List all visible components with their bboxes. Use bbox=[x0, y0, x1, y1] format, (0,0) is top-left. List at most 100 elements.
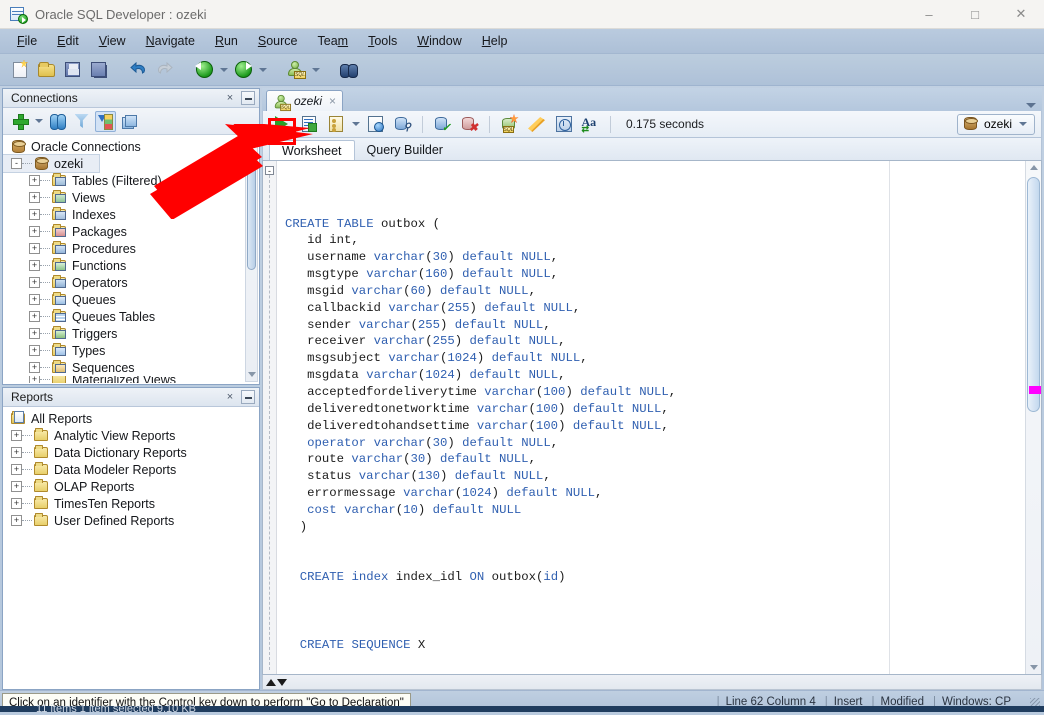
expand-toggle[interactable]: + bbox=[11, 464, 22, 475]
expand-toggle[interactable]: + bbox=[29, 294, 40, 305]
scroll-up-icon[interactable] bbox=[246, 138, 257, 151]
tree-node-data-dictionary-reports[interactable]: + Data Dictionary Reports bbox=[3, 444, 259, 461]
scroll-up-icon[interactable] bbox=[1026, 161, 1041, 174]
split-up-icon[interactable] bbox=[266, 678, 276, 686]
tree-node-timesten-reports[interactable]: + TimesTen Reports bbox=[3, 495, 259, 512]
menu-tools[interactable]: Tools bbox=[358, 31, 407, 51]
expand-toggle[interactable]: + bbox=[29, 243, 40, 254]
tab-query-builder[interactable]: Query Builder bbox=[355, 139, 455, 160]
redo-icon[interactable] bbox=[152, 58, 176, 82]
menu-view[interactable]: View bbox=[89, 31, 136, 51]
split-editor-controls[interactable] bbox=[263, 678, 287, 686]
sql-worksheet-icon[interactable]: SQL bbox=[284, 58, 308, 82]
expand-toggle[interactable]: + bbox=[29, 376, 40, 383]
menu-run[interactable]: Run bbox=[205, 31, 248, 51]
expand-toggle[interactable]: + bbox=[11, 481, 22, 492]
scroll-down-icon[interactable] bbox=[1026, 661, 1041, 674]
explain-plan-icon[interactable] bbox=[363, 113, 388, 136]
menu-edit[interactable]: Edit bbox=[47, 31, 89, 51]
tree-node-operators[interactable]: + Operators bbox=[3, 274, 259, 291]
back-arrow-icon[interactable] bbox=[192, 58, 216, 82]
expand-toggle[interactable]: + bbox=[29, 311, 40, 322]
tree-node-ozeki[interactable]: - ozeki bbox=[3, 154, 100, 173]
editor-vertical-scrollbar[interactable] bbox=[1025, 161, 1041, 674]
menu-team[interactable]: Team bbox=[308, 31, 359, 51]
run-statement-icon[interactable] bbox=[269, 113, 294, 136]
scrollbar-thumb[interactable] bbox=[247, 160, 256, 270]
close-button[interactable]: ✕ bbox=[998, 0, 1044, 28]
undo-icon[interactable] bbox=[126, 58, 150, 82]
connection-selector[interactable]: ozeki bbox=[956, 113, 1035, 135]
filter-icon[interactable] bbox=[71, 111, 92, 132]
autotrace-icon[interactable] bbox=[323, 113, 348, 136]
open-folder-icon[interactable] bbox=[34, 58, 58, 82]
tree-node-indexes[interactable]: + Indexes bbox=[3, 206, 259, 223]
scroll-down-icon[interactable] bbox=[246, 368, 257, 381]
refresh-icon[interactable] bbox=[47, 111, 68, 132]
code-fold-toggle[interactable]: - bbox=[265, 166, 274, 175]
add-connection-icon[interactable] bbox=[9, 111, 30, 132]
expand-toggle[interactable]: + bbox=[29, 209, 40, 220]
run-script-icon[interactable] bbox=[296, 113, 321, 136]
expand-toggle[interactable]: + bbox=[11, 515, 22, 526]
unshared-worksheet-icon[interactable]: SQL bbox=[497, 113, 522, 136]
expand-toggle[interactable]: + bbox=[11, 498, 22, 509]
menu-help[interactable]: Help bbox=[472, 31, 518, 51]
editor-bottom-bar[interactable] bbox=[262, 675, 1042, 690]
collapse-toggle[interactable]: - bbox=[11, 158, 22, 169]
tree-node-views[interactable]: + Views bbox=[3, 189, 259, 206]
menu-window[interactable]: Window bbox=[407, 31, 471, 51]
worksheet-chevron-down-icon[interactable] bbox=[350, 113, 361, 135]
expand-toggle[interactable]: + bbox=[29, 362, 40, 373]
rollback-icon[interactable]: ✖ bbox=[457, 113, 482, 136]
tree-node-types[interactable]: + Types bbox=[3, 342, 259, 359]
tree-node-queues[interactable]: + Queues bbox=[3, 291, 259, 308]
sort-icon[interactable] bbox=[95, 110, 116, 132]
tree-node-triggers[interactable]: + Triggers bbox=[3, 325, 259, 342]
editor-gutter[interactable]: - bbox=[263, 161, 277, 674]
menu-file[interactable]: File bbox=[7, 31, 47, 51]
tree-node-queues-tables[interactable]: + Queues Tables bbox=[3, 308, 259, 325]
connections-minimize-icon[interactable] bbox=[241, 91, 255, 105]
tree-node-materialized-views[interactable]: + Materialized Views bbox=[3, 376, 259, 383]
connections-tree[interactable]: Oracle Connections - ozeki + Tables (Fil… bbox=[3, 135, 259, 384]
tab-worksheet[interactable]: Worksheet bbox=[269, 140, 355, 161]
tree-node-olap-reports[interactable]: + OLAP Reports bbox=[3, 478, 259, 495]
clear-worksheet-icon[interactable] bbox=[524, 113, 549, 136]
expand-toggle[interactable]: + bbox=[29, 226, 40, 237]
reports-tree[interactable]: All Reports + Analytic View Reports + Da… bbox=[3, 407, 259, 689]
tree-node-functions[interactable]: + Functions bbox=[3, 257, 259, 274]
commit-icon[interactable]: ✓ bbox=[430, 113, 455, 136]
reports-close-icon[interactable]: × bbox=[223, 390, 237, 404]
new-icon[interactable] bbox=[8, 58, 32, 82]
forward-dropdown-chevron-down-icon[interactable] bbox=[257, 59, 268, 81]
tabstrip-chevron-down-icon[interactable] bbox=[1026, 103, 1036, 108]
expand-toggle[interactable]: + bbox=[29, 277, 40, 288]
tree-node-user-defined-reports[interactable]: + User Defined Reports bbox=[3, 512, 259, 529]
tree-node-sequences[interactable]: + Sequences bbox=[3, 359, 259, 376]
menu-navigate[interactable]: Navigate bbox=[136, 31, 205, 51]
split-down-icon[interactable] bbox=[277, 678, 287, 686]
expand-toggle[interactable]: + bbox=[29, 175, 40, 186]
connections-close-icon[interactable]: × bbox=[223, 91, 237, 105]
scrollbar-thumb[interactable] bbox=[1027, 177, 1040, 412]
expand-toggle[interactable]: + bbox=[11, 430, 22, 441]
tree-node-all-reports[interactable]: All Reports bbox=[3, 410, 259, 427]
tree-node-tables[interactable]: + Tables (Filtered) bbox=[3, 172, 259, 189]
tree-node-procedures[interactable]: + Procedures bbox=[3, 240, 259, 257]
maximize-button[interactable]: □ bbox=[952, 0, 998, 28]
sql-code-text[interactable]: CREATE TABLE outbox ( id int, username v… bbox=[277, 161, 1025, 674]
tree-node-oracle-connections[interactable]: Oracle Connections bbox=[3, 138, 259, 155]
connections-tree-scrollbar[interactable] bbox=[245, 137, 258, 382]
worksheet-dropdown-chevron-down-icon[interactable] bbox=[310, 59, 321, 81]
query-timing-icon[interactable] bbox=[551, 113, 576, 136]
tab-ozeki[interactable]: SQL ozeki × bbox=[266, 90, 344, 111]
freeze-panes-icon[interactable] bbox=[119, 111, 140, 132]
tree-node-packages[interactable]: + Packages bbox=[3, 223, 259, 240]
expand-toggle[interactable]: + bbox=[29, 328, 40, 339]
expand-toggle[interactable]: + bbox=[29, 260, 40, 271]
back-dropdown-chevron-down-icon[interactable] bbox=[218, 59, 229, 81]
connection-chevron-down-icon[interactable] bbox=[1017, 113, 1028, 135]
format-sql-icon[interactable]: Aa bbox=[578, 113, 603, 136]
binoculars-search-icon[interactable] bbox=[337, 58, 361, 82]
